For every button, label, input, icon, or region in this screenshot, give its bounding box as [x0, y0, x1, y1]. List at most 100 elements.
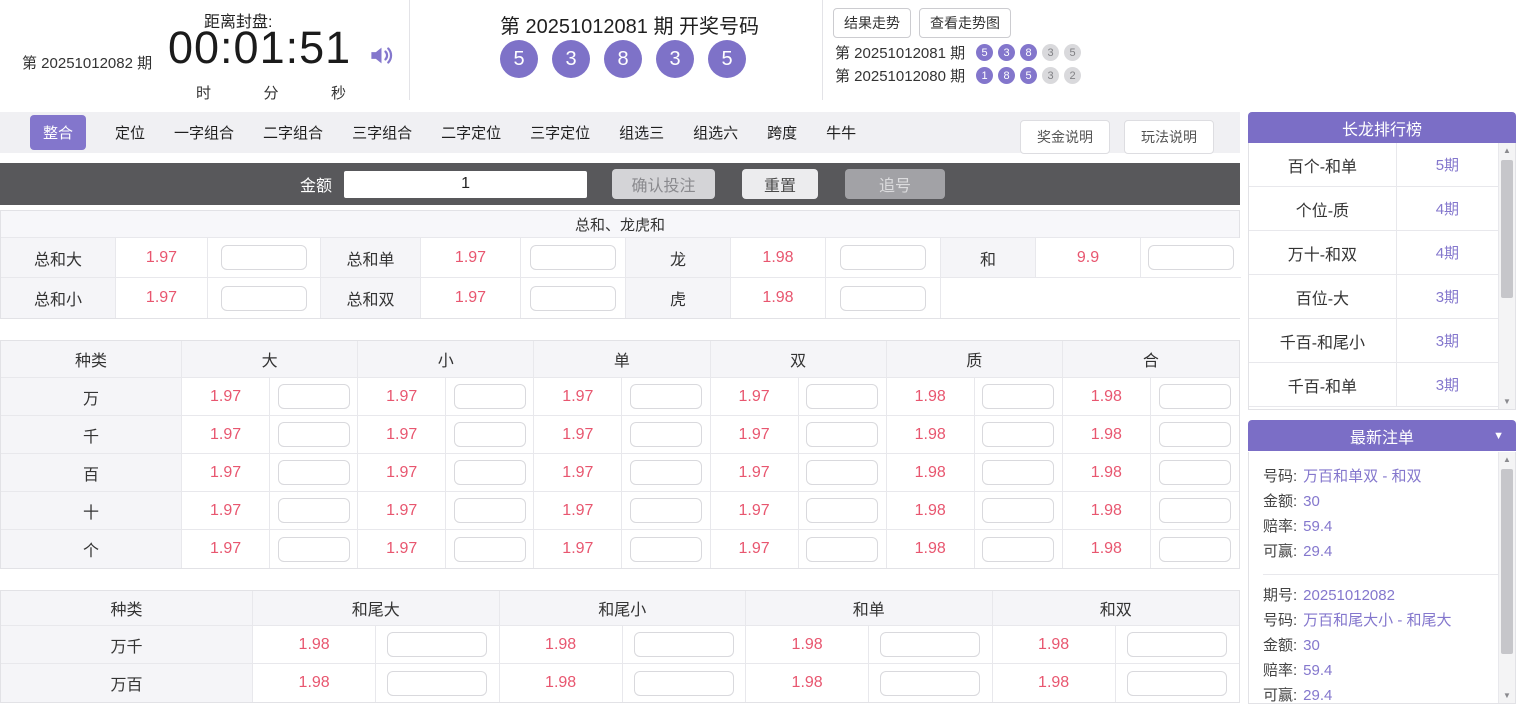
tab-item[interactable]: 二字定位: [441, 122, 501, 143]
bet-line: 金额: 30: [1263, 637, 1320, 654]
dragon-rank-name: 个位-质: [1249, 187, 1397, 230]
odds-value: 1.98: [731, 278, 826, 318]
dragon-rank-streak: 5期: [1435, 157, 1460, 174]
bet-amount-input[interactable]: [629, 536, 702, 562]
dragon-rank-item: 百位-大 3期: [1249, 275, 1498, 319]
odds-value: 1.97: [534, 492, 623, 530]
odds-value: 1.97: [710, 416, 799, 454]
odds-value: 1.97: [358, 530, 447, 568]
bet-amount-input[interactable]: [633, 670, 734, 696]
history-ball: 8: [998, 67, 1016, 84]
chase-number-button[interactable]: 追号: [845, 169, 946, 199]
scrollbar-thumb[interactable]: [1501, 469, 1513, 654]
bet-amount-input[interactable]: [221, 245, 307, 270]
bet-amount-input[interactable]: [1148, 245, 1234, 270]
scrollbar[interactable]: ▲ ▼: [1498, 143, 1515, 409]
tab-item[interactable]: 组选三: [619, 122, 664, 143]
odds-value: 1.98: [253, 664, 377, 702]
bet-amount-input[interactable]: [880, 632, 981, 657]
odds-value: 1.97: [182, 454, 271, 492]
odds-value: 1.97: [421, 278, 521, 318]
scroll-down-icon[interactable]: ▼: [1499, 688, 1515, 703]
tab-integrated[interactable]: 整合: [30, 115, 87, 150]
bet-amount-input[interactable]: [453, 422, 526, 447]
scroll-up-icon[interactable]: ▲: [1499, 143, 1515, 158]
bet-amount-input[interactable]: [1158, 422, 1231, 447]
scrollbar[interactable]: ▲ ▼: [1498, 452, 1515, 703]
help-buttons: 奖金说明 玩法说明: [1020, 120, 1214, 154]
bet-amount-input[interactable]: [277, 536, 350, 562]
history-block: 结果走势 查看走势图 第 20251012081 期 5 3 8 3 5 第 2…: [823, 0, 1523, 100]
tab-item[interactable]: 二字组合: [263, 122, 323, 143]
bet-amount-input[interactable]: [629, 460, 702, 485]
sound-icon[interactable]: [368, 42, 395, 74]
bet-amount-input[interactable]: [453, 498, 526, 523]
bet-amount-input[interactable]: [982, 422, 1055, 447]
tab-item[interactable]: 跨度: [767, 122, 797, 143]
bet-amount-input[interactable]: [806, 498, 879, 523]
bet-amount-input[interactable]: [982, 460, 1055, 485]
tab-item[interactable]: 三字定位: [530, 122, 590, 143]
bet-amount-input[interactable]: [277, 384, 350, 409]
bet-amount-input[interactable]: [629, 422, 702, 447]
scroll-down-icon[interactable]: ▼: [1499, 394, 1515, 409]
bet-amount-input[interactable]: [880, 670, 981, 696]
bet-amount-input[interactable]: [277, 498, 350, 523]
rules-info-button[interactable]: 玩法说明: [1124, 120, 1214, 154]
bet-amount-input[interactable]: [982, 536, 1055, 562]
bet-amount-input[interactable]: [277, 422, 350, 447]
bet-amount-input[interactable]: [806, 460, 879, 485]
bet-amount-input[interactable]: [1158, 460, 1231, 485]
dragon-rank-name: 百个-和单: [1249, 143, 1397, 186]
bet-amount-input[interactable]: [387, 670, 488, 696]
tab-item[interactable]: 三字组合: [352, 122, 412, 143]
bet-amount-input[interactable]: [633, 632, 734, 657]
bet-label: 和: [941, 238, 1036, 278]
dragon-rank-streak: 3期: [1435, 289, 1460, 306]
draw-ball: 3: [656, 40, 694, 78]
tab-item[interactable]: 牛牛: [826, 122, 856, 143]
bet-amount-input[interactable]: [806, 384, 879, 409]
tab-item[interactable]: 定位: [115, 122, 145, 143]
dragon-rank-item: 千百-和单 3期: [1249, 363, 1498, 407]
prize-info-button[interactable]: 奖金说明: [1020, 120, 1110, 154]
reset-button[interactable]: 重置: [742, 169, 819, 199]
bet-amount-input[interactable]: [806, 422, 879, 447]
column-header: 种类: [1, 341, 182, 378]
tab-item[interactable]: 一字组合: [174, 122, 234, 143]
bet-amount-input[interactable]: [840, 245, 926, 270]
row-label: 百: [1, 454, 182, 492]
bet-amount-input[interactable]: [277, 460, 350, 485]
bet-amount-input[interactable]: [453, 536, 526, 562]
bet-amount-input[interactable]: [982, 498, 1055, 523]
bet-amount-input[interactable]: [1158, 498, 1231, 523]
odds-value: 1.97: [421, 238, 521, 278]
top-header: 第 20251012082 期 距离封盘: 00:01:51 时 分 秒 第 2…: [0, 0, 1524, 102]
bet-amount-input[interactable]: [629, 498, 702, 523]
bet-amount-input[interactable]: [221, 285, 307, 311]
bet-amount-input[interactable]: [1158, 384, 1231, 409]
view-trend-chart-button[interactable]: 查看走势图: [919, 8, 1011, 38]
confirm-bet-button[interactable]: 确认投注: [612, 169, 716, 199]
bet-amount-input[interactable]: [453, 460, 526, 485]
current-issue-label: 第 20251012082 期: [22, 55, 153, 72]
bet-amount-input[interactable]: [453, 384, 526, 409]
column-header: 小: [358, 341, 535, 378]
result-trend-button[interactable]: 结果走势: [833, 8, 911, 38]
amount-input[interactable]: [344, 170, 588, 198]
tab-item[interactable]: 组选六: [693, 122, 738, 143]
chevron-down-icon[interactable]: ▼: [1493, 430, 1504, 442]
bet-amount-input[interactable]: [1127, 670, 1228, 696]
scroll-up-icon[interactable]: ▲: [1499, 452, 1515, 467]
bet-amount-input[interactable]: [629, 384, 702, 409]
bet-amount-input[interactable]: [840, 285, 926, 311]
bet-amount-input[interactable]: [1127, 632, 1228, 657]
scrollbar-thumb[interactable]: [1501, 160, 1513, 298]
bet-amount-input[interactable]: [1158, 536, 1231, 562]
bet-amount-input[interactable]: [530, 245, 616, 270]
bet-amount-input[interactable]: [982, 384, 1055, 409]
bet-line: 赔率: 59.4: [1263, 662, 1333, 679]
bet-amount-input[interactable]: [387, 632, 488, 657]
bet-amount-input[interactable]: [530, 285, 616, 311]
bet-amount-input[interactable]: [806, 536, 879, 562]
